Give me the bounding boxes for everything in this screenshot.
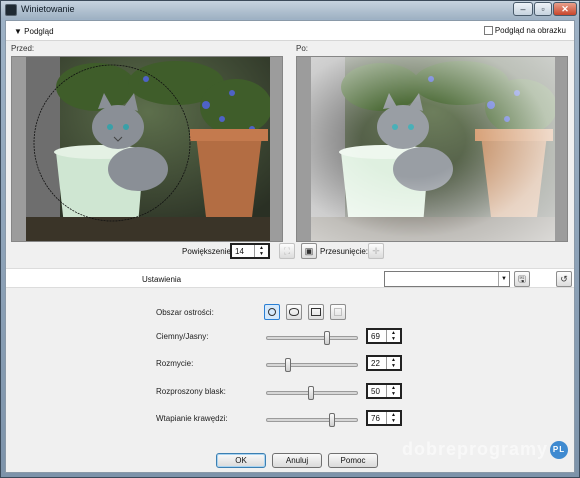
after-label: Po: — [296, 44, 309, 53]
triangle-down-icon: ▼ — [14, 27, 22, 36]
ok-button[interactable]: OK — [216, 453, 266, 468]
preview-toggle-label: Podgląd — [24, 27, 54, 36]
dropdown-arrow-icon[interactable]: ▼ — [498, 272, 509, 286]
title-bar[interactable]: Winietowanie – ▫ ✕ — [1, 1, 579, 19]
watermark-badge: PL — [550, 441, 568, 460]
feather-slider[interactable] — [266, 413, 358, 427]
actual-size-icon[interactable]: ▣ — [301, 243, 317, 259]
fit-to-window-icon[interactable]: ⛶ — [279, 243, 295, 259]
preview-toggle[interactable]: ▼ Podgląd — [14, 27, 54, 36]
spinner-arrows-icon[interactable]: ▲ ▼ — [254, 245, 268, 257]
watermark-text: dobreprogramy — [401, 439, 548, 459]
glow-label: Rozproszony blask: — [156, 387, 226, 396]
show-on-image-option[interactable]: Podgląd na obrazku — [483, 26, 566, 36]
window-title: Winietowanie — [21, 4, 75, 14]
app-icon — [5, 4, 17, 16]
custom-shape-icon — [334, 308, 342, 316]
maximize-button[interactable]: ▫ — [534, 2, 552, 16]
brightness-label: Ciemny/Jasny: — [156, 332, 209, 341]
spinner-arrows-icon[interactable]: ▲ ▼ — [386, 385, 400, 397]
help-button[interactable]: Pomoc — [328, 453, 378, 468]
cancel-button[interactable]: Anuluj — [272, 453, 322, 468]
slider-thumb[interactable] — [308, 386, 314, 400]
presets-dropdown[interactable]: ▼ — [384, 271, 510, 287]
brightness-slider[interactable] — [266, 331, 358, 345]
pan-move-icon[interactable]: ✛ — [368, 243, 384, 259]
save-preset-icon[interactable]: 🖫 — [514, 271, 530, 287]
glow-spinner[interactable]: 50 ▲ ▼ — [366, 383, 402, 399]
blur-value: 22 — [371, 359, 380, 368]
feather-spinner[interactable]: 76 ▲ ▼ — [366, 410, 402, 426]
after-preview — [296, 56, 568, 242]
slider-thumb[interactable] — [323, 331, 330, 345]
dialog-window: Winietowanie – ▫ ✕ ▼ Podgląd Podgląd na … — [0, 0, 580, 478]
presets-label: Ustawienia — [142, 275, 182, 284]
glow-value: 50 — [371, 387, 380, 396]
after-photo — [311, 57, 555, 241]
feather-value: 76 — [371, 414, 380, 423]
show-on-image-checkbox[interactable] — [483, 26, 493, 36]
zoom-value: 14 — [235, 247, 244, 256]
rectangle-icon — [311, 308, 321, 316]
focus-area-label: Obszar ostrości: — [156, 308, 214, 317]
glow-slider[interactable] — [266, 386, 358, 400]
ellipse-icon — [289, 308, 299, 316]
before-label: Przed: — [11, 44, 35, 53]
feather-label: Wtapianie krawędzi: — [156, 414, 228, 423]
spinner-arrows-icon[interactable]: ▲ ▼ — [386, 357, 400, 369]
watermark: dobreprogramy PL — [402, 439, 568, 460]
preview-header: ▼ Podgląd Podgląd na obrazku — [6, 21, 574, 41]
before-preview — [11, 56, 283, 242]
spinner-arrows-icon[interactable]: ▲ ▼ — [386, 330, 400, 342]
minimize-button[interactable]: – — [513, 2, 533, 16]
presets-bar: Ustawienia ▼ 🖫 ↺ — [6, 268, 574, 288]
show-on-image-label: Podgląd na obrazku — [494, 26, 566, 35]
spinner-arrows-icon[interactable]: ▲ ▼ — [386, 412, 400, 424]
circle-icon — [268, 308, 276, 316]
pan-label: Przesunięcie: — [320, 247, 369, 256]
dialog-body: ▼ Podgląd Podgląd na obrazku Przed: Po: — [5, 20, 575, 473]
brightness-value: 69 — [371, 332, 380, 341]
zoom-spinner[interactable]: 14 ▲ ▼ — [230, 243, 270, 259]
circle-shape-button[interactable] — [264, 304, 280, 320]
zoom-label: Powiększenie: — [182, 247, 234, 256]
rectangle-shape-button[interactable] — [308, 304, 324, 320]
reset-icon[interactable]: ↺ — [556, 271, 572, 287]
before-photo[interactable] — [26, 57, 270, 241]
custom-shape-button[interactable] — [330, 304, 346, 320]
blur-label: Rozmycie: — [156, 359, 194, 368]
brightness-spinner[interactable]: 69 ▲ ▼ — [366, 328, 402, 344]
slider-thumb[interactable] — [329, 413, 336, 427]
slider-thumb[interactable] — [285, 358, 292, 372]
ellipse-shape-button[interactable] — [286, 304, 302, 320]
close-button[interactable]: ✕ — [553, 2, 577, 16]
blur-slider[interactable] — [266, 358, 358, 372]
blur-spinner[interactable]: 22 ▲ ▼ — [366, 355, 402, 371]
